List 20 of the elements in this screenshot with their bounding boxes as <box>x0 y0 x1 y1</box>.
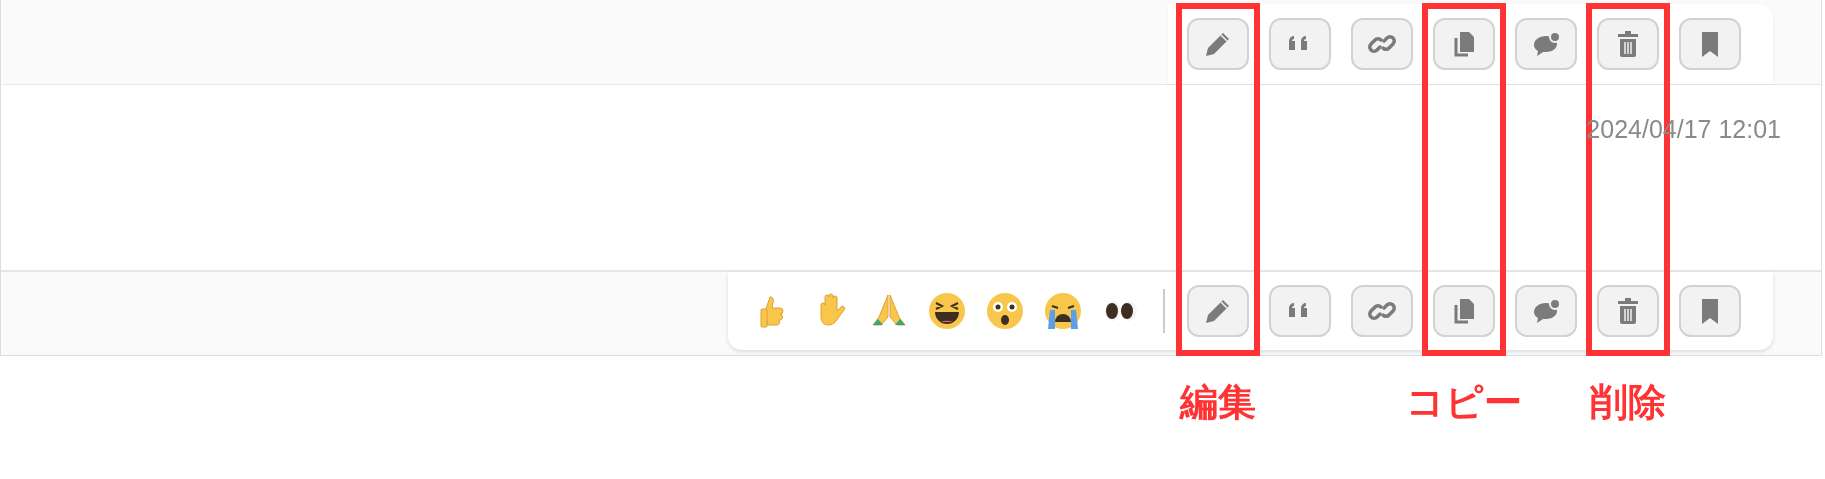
quote-button[interactable] <box>1269 18 1331 70</box>
annotation-label: 編集 <box>1180 378 1256 426</box>
bookmark-button[interactable] <box>1679 284 1741 337</box>
link-button[interactable] <box>1351 18 1413 70</box>
laughing-face-icon[interactable] <box>927 290 967 331</box>
delete-button[interactable] <box>1597 284 1659 337</box>
astonished-face-icon[interactable] <box>985 290 1025 331</box>
quote-button[interactable] <box>1269 284 1331 337</box>
annotation-label: 削除 <box>1590 378 1666 426</box>
reply-button[interactable] <box>1515 18 1577 70</box>
edit-button[interactable] <box>1187 18 1249 70</box>
bookmark-button[interactable] <box>1679 18 1741 70</box>
copy-button[interactable] <box>1433 284 1495 337</box>
crying-face-icon[interactable] <box>1043 290 1083 331</box>
copy-button[interactable] <box>1433 18 1495 70</box>
delete-button[interactable] <box>1597 18 1659 70</box>
reply-button[interactable] <box>1515 284 1577 337</box>
link-button[interactable] <box>1351 284 1413 337</box>
edit-button[interactable] <box>1187 284 1249 337</box>
annotation-label: コピー <box>1406 378 1522 426</box>
